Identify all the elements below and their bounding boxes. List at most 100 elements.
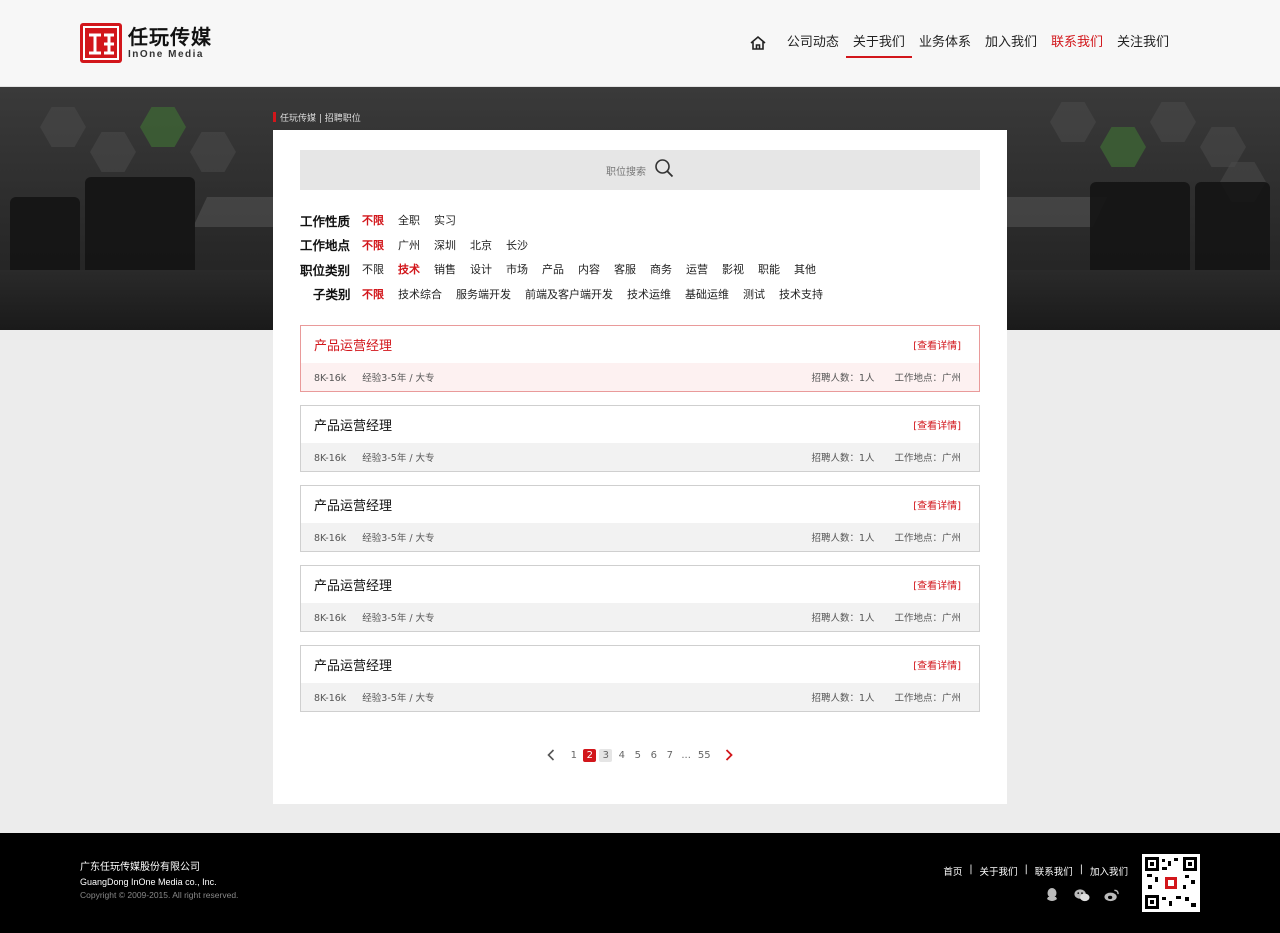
- filter-row-subcategory: 子类别 不限 技术综合 服务端开发 前端及客户端开发 技术运维 基础运维 测试 …: [300, 282, 980, 307]
- job-card[interactable]: 产品运营经理 [查看详情] 8K-16k 经验3-5年 / 大专 招聘人数：1人 工…: [300, 485, 980, 552]
- filter-option[interactable]: 服务端开发: [456, 286, 511, 302]
- job-title[interactable]: 产品运营经理: [314, 335, 392, 354]
- job-card[interactable]: 产品运营经理 [查看详情] 8K-16k 经验3-5年 / 大专 招聘人数：1人 工…: [300, 405, 980, 472]
- filter-option[interactable]: 长沙: [506, 237, 528, 253]
- banner-decor: [1200, 127, 1246, 167]
- nav-company-news[interactable]: 公司动态: [780, 28, 846, 58]
- banner-decor: [1050, 102, 1096, 142]
- filter-option[interactable]: 测试: [743, 286, 765, 302]
- job-headcount: 招聘人数：1人: [811, 373, 875, 384]
- filter-option[interactable]: 广州: [398, 237, 420, 253]
- filter-option[interactable]: 技术运维: [627, 286, 671, 302]
- filter-row-location: 工作地点 不限 广州 深圳 北京 长沙: [300, 233, 980, 258]
- job-title[interactable]: 产品运营经理: [314, 495, 392, 514]
- filter-option[interactable]: 实习: [434, 212, 456, 228]
- job-title[interactable]: 产品运营经理: [314, 575, 392, 594]
- job-requirement: 经验3-5年 / 大专: [362, 693, 435, 704]
- filter-option[interactable]: 不限: [362, 286, 384, 302]
- page-1[interactable]: 1: [567, 749, 580, 762]
- job-title[interactable]: 产品运营经理: [314, 415, 392, 434]
- filter-label: 工作地点: [300, 238, 351, 254]
- job-search-box[interactable]: 职位搜索: [300, 150, 980, 190]
- filter-option[interactable]: 设计: [470, 261, 492, 277]
- job-title[interactable]: 产品运营经理: [314, 655, 392, 674]
- filter-option[interactable]: 技术: [398, 261, 420, 277]
- search-icon[interactable]: [654, 158, 674, 182]
- breadcrumb-marker: [273, 112, 276, 122]
- site-header: 任玩传媒 InOne Media 公司动态 关于我们 业务体系 加入我们 联系我…: [0, 0, 1280, 87]
- filter-option[interactable]: 前端及客户端开发: [525, 286, 613, 302]
- filter-option[interactable]: 市场: [506, 261, 528, 277]
- filter-option[interactable]: 不限: [362, 237, 384, 253]
- footer-separator: |: [1079, 864, 1083, 875]
- view-details-link[interactable]: [查看详情]: [913, 337, 961, 352]
- filter-option[interactable]: 技术支持: [779, 286, 823, 302]
- filter-option[interactable]: 不限: [362, 261, 384, 277]
- filter-option[interactable]: 内容: [578, 261, 600, 277]
- footer-link-join[interactable]: 加入我们: [1090, 864, 1128, 878]
- breadcrumb-text[interactable]: 任玩传媒 | 招聘职位: [280, 111, 361, 124]
- filter-option[interactable]: 全职: [398, 212, 420, 228]
- nav-business[interactable]: 业务体系: [912, 28, 978, 58]
- filter-label: 工作性质: [300, 213, 351, 229]
- logo[interactable]: 任玩传媒 InOne Media: [80, 22, 212, 64]
- footer-link-about[interactable]: 关于我们: [980, 864, 1018, 878]
- footer-links: 首页 | 关于我们 | 联系我们 | 加入我们: [943, 864, 1128, 878]
- page-5[interactable]: 5: [631, 749, 644, 762]
- page-3[interactable]: 3: [599, 748, 613, 762]
- filter-option[interactable]: 深圳: [434, 237, 456, 253]
- page-4[interactable]: 4: [615, 749, 628, 762]
- footer-link-contact[interactable]: 联系我们: [1035, 864, 1073, 878]
- nav-follow-us[interactable]: 关注我们: [1110, 28, 1176, 58]
- nav-join-us[interactable]: 加入我们: [978, 28, 1044, 58]
- chevron-right-icon[interactable]: [720, 748, 738, 762]
- page-6[interactable]: 6: [647, 749, 660, 762]
- nav-contact-us[interactable]: 联系我们: [1044, 28, 1110, 58]
- page-7[interactable]: 7: [663, 749, 676, 762]
- job-headcount: 招聘人数：1人: [811, 613, 875, 624]
- footer-separator: |: [1024, 864, 1028, 875]
- home-icon[interactable]: [748, 33, 768, 53]
- job-card[interactable]: 产品运营经理 [查看详情] 8K-16k 经验3-5年 / 大专 招聘人数：1人 工…: [300, 565, 980, 632]
- view-details-link[interactable]: [查看详情]: [913, 577, 961, 592]
- filter-option[interactable]: 北京: [470, 237, 492, 253]
- page-ellipsis: ...: [681, 749, 691, 761]
- filter-option[interactable]: 职能: [758, 261, 780, 277]
- banner-decor: [1100, 127, 1146, 167]
- view-details-link[interactable]: [查看详情]: [913, 657, 961, 672]
- chevron-left-icon[interactable]: [542, 748, 560, 762]
- filter-option[interactable]: 技术综合: [398, 286, 442, 302]
- job-card[interactable]: 产品运营经理 [查看详情] 8K-16k 经验3-5年 / 大专 招聘人数：1人 工…: [300, 645, 980, 712]
- footer-link-home[interactable]: 首页: [943, 864, 962, 878]
- view-details-link[interactable]: [查看详情]: [913, 417, 961, 432]
- pagination: 1 2 3 4 5 6 7 ... 55: [273, 748, 1007, 762]
- filter-option[interactable]: 运营: [686, 261, 708, 277]
- filter-label: 子类别: [313, 287, 351, 303]
- nav-about-us[interactable]: 关于我们: [845, 28, 912, 58]
- filter-option[interactable]: 影视: [722, 261, 744, 277]
- page-current[interactable]: 2: [583, 748, 597, 762]
- filter-option[interactable]: 产品: [542, 261, 564, 277]
- page-last[interactable]: 55: [696, 749, 713, 762]
- filter-option[interactable]: 其他: [794, 261, 816, 277]
- filter-label: 职位类别: [300, 262, 351, 278]
- filter-option[interactable]: 不限: [362, 212, 384, 228]
- job-card[interactable]: 产品运营经理 [查看详情] 8K-16k 经验3-5年 / 大专 招聘人数：1人 工…: [300, 325, 980, 392]
- qq-icon[interactable]: [1044, 887, 1060, 903]
- filter-row-category: 职位类别 不限 技术 销售 设计 市场 产品 内容 客服 商务 运营 影视 职能…: [300, 257, 980, 282]
- filter-option[interactable]: 销售: [434, 261, 456, 277]
- breadcrumb: 任玩传媒 | 招聘职位: [273, 110, 361, 124]
- weibo-icon[interactable]: [1104, 887, 1120, 903]
- job-list: 产品运营经理 [查看详情] 8K-16k 经验3-5年 / 大专 招聘人数：1人工…: [300, 325, 980, 725]
- footer-separator: |: [969, 864, 973, 875]
- job-salary: 8K-16k: [314, 613, 347, 624]
- main-nav: 公司动态 关于我们 业务体系 加入我们 联系我们 关注我们: [748, 28, 1176, 58]
- filter-option[interactable]: 基础运维: [685, 286, 729, 302]
- search-input[interactable]: 职位搜索: [606, 163, 646, 178]
- wechat-icon[interactable]: [1074, 887, 1090, 903]
- filter-option[interactable]: 商务: [650, 261, 672, 277]
- view-details-link[interactable]: [查看详情]: [913, 497, 961, 512]
- job-salary: 8K-16k: [314, 453, 347, 464]
- filter-option[interactable]: 客服: [614, 261, 636, 277]
- job-requirement: 经验3-5年 / 大专: [362, 453, 435, 464]
